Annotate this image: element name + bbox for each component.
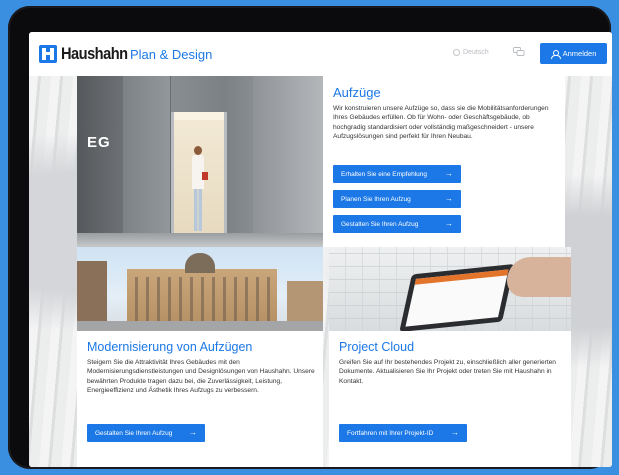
login-label: Anmelden <box>562 49 597 58</box>
brand-name: Haushahn <box>61 44 128 63</box>
arrow-right-icon: → <box>445 169 453 178</box>
button-label: Planen Sie Ihren Aufzug <box>341 195 411 203</box>
continue-project-id-button[interactable]: Fortfahren mit Ihrer Projekt-ID → <box>339 424 467 442</box>
button-label: Gestalten Sie Ihren Aufzug <box>341 220 419 228</box>
tablet-plans-image <box>329 247 571 331</box>
card-title: Aufzüge <box>333 85 381 100</box>
elevator-image: EG <box>77 76 323 247</box>
tablet-frame: Haushahn Plan & Design Deutsch Anmelden … <box>8 6 612 469</box>
card-description: Greifen Sie auf Ihr bestehendes Projekt … <box>339 359 556 385</box>
user-icon <box>550 49 561 59</box>
card-aufzuege: Aufzüge Wir konstruieren unsere Aufzüge … <box>323 76 565 247</box>
section-title: Plan & Design <box>130 47 213 62</box>
language-label: Deutsch <box>463 49 489 56</box>
arrow-right-icon: → <box>445 194 453 203</box>
design-elevator-button[interactable]: Gestalten Sie Ihren Aufzug → <box>333 215 461 233</box>
button-label: Fortfahren mit Ihrer Projekt-ID <box>347 429 434 437</box>
card-title: Modernisierung von Aufzügen <box>87 340 253 354</box>
button-label: Erhalten Sie eine Empfehlung <box>341 170 428 178</box>
card-project-cloud: Project Cloud Greifen Sie auf Ihr besteh… <box>329 331 571 467</box>
get-recommendation-button[interactable]: Erhalten Sie eine Empfehlung → <box>333 165 461 183</box>
globe-icon <box>453 49 460 56</box>
card-description: Wir konstruieren unsere Aufzüge so, dass… <box>333 105 549 140</box>
chat-icon[interactable] <box>513 47 525 57</box>
arrow-right-icon: → <box>445 219 453 228</box>
arrow-right-icon: → <box>189 428 197 437</box>
brand-logo[interactable]: Haushahn <box>39 44 138 64</box>
login-button[interactable]: Anmelden <box>540 43 607 64</box>
header: Haushahn Plan & Design Deutsch Anmelden <box>29 32 612 76</box>
screen: Haushahn Plan & Design Deutsch Anmelden … <box>29 32 612 467</box>
building-image <box>77 247 323 331</box>
floor-sign: EG <box>87 134 111 151</box>
language-selector[interactable]: Deutsch <box>453 49 489 56</box>
design-elevator-modernization-button[interactable]: Gestalten Sie Ihren Aufzug → <box>87 424 205 442</box>
card-title: Project Cloud <box>339 340 415 354</box>
card-description: Steigern Sie die Attraktivität Ihres Geb… <box>87 359 315 394</box>
button-label: Gestalten Sie Ihren Aufzug <box>95 429 173 437</box>
card-modernisierung: Modernisierung von Aufzügen Steigern Sie… <box>77 331 323 467</box>
arrow-right-icon: → <box>451 428 459 437</box>
haushahn-logo-icon <box>39 45 57 63</box>
woman-figure <box>191 146 208 234</box>
plan-elevator-button[interactable]: Planen Sie Ihren Aufzug → <box>333 190 461 208</box>
